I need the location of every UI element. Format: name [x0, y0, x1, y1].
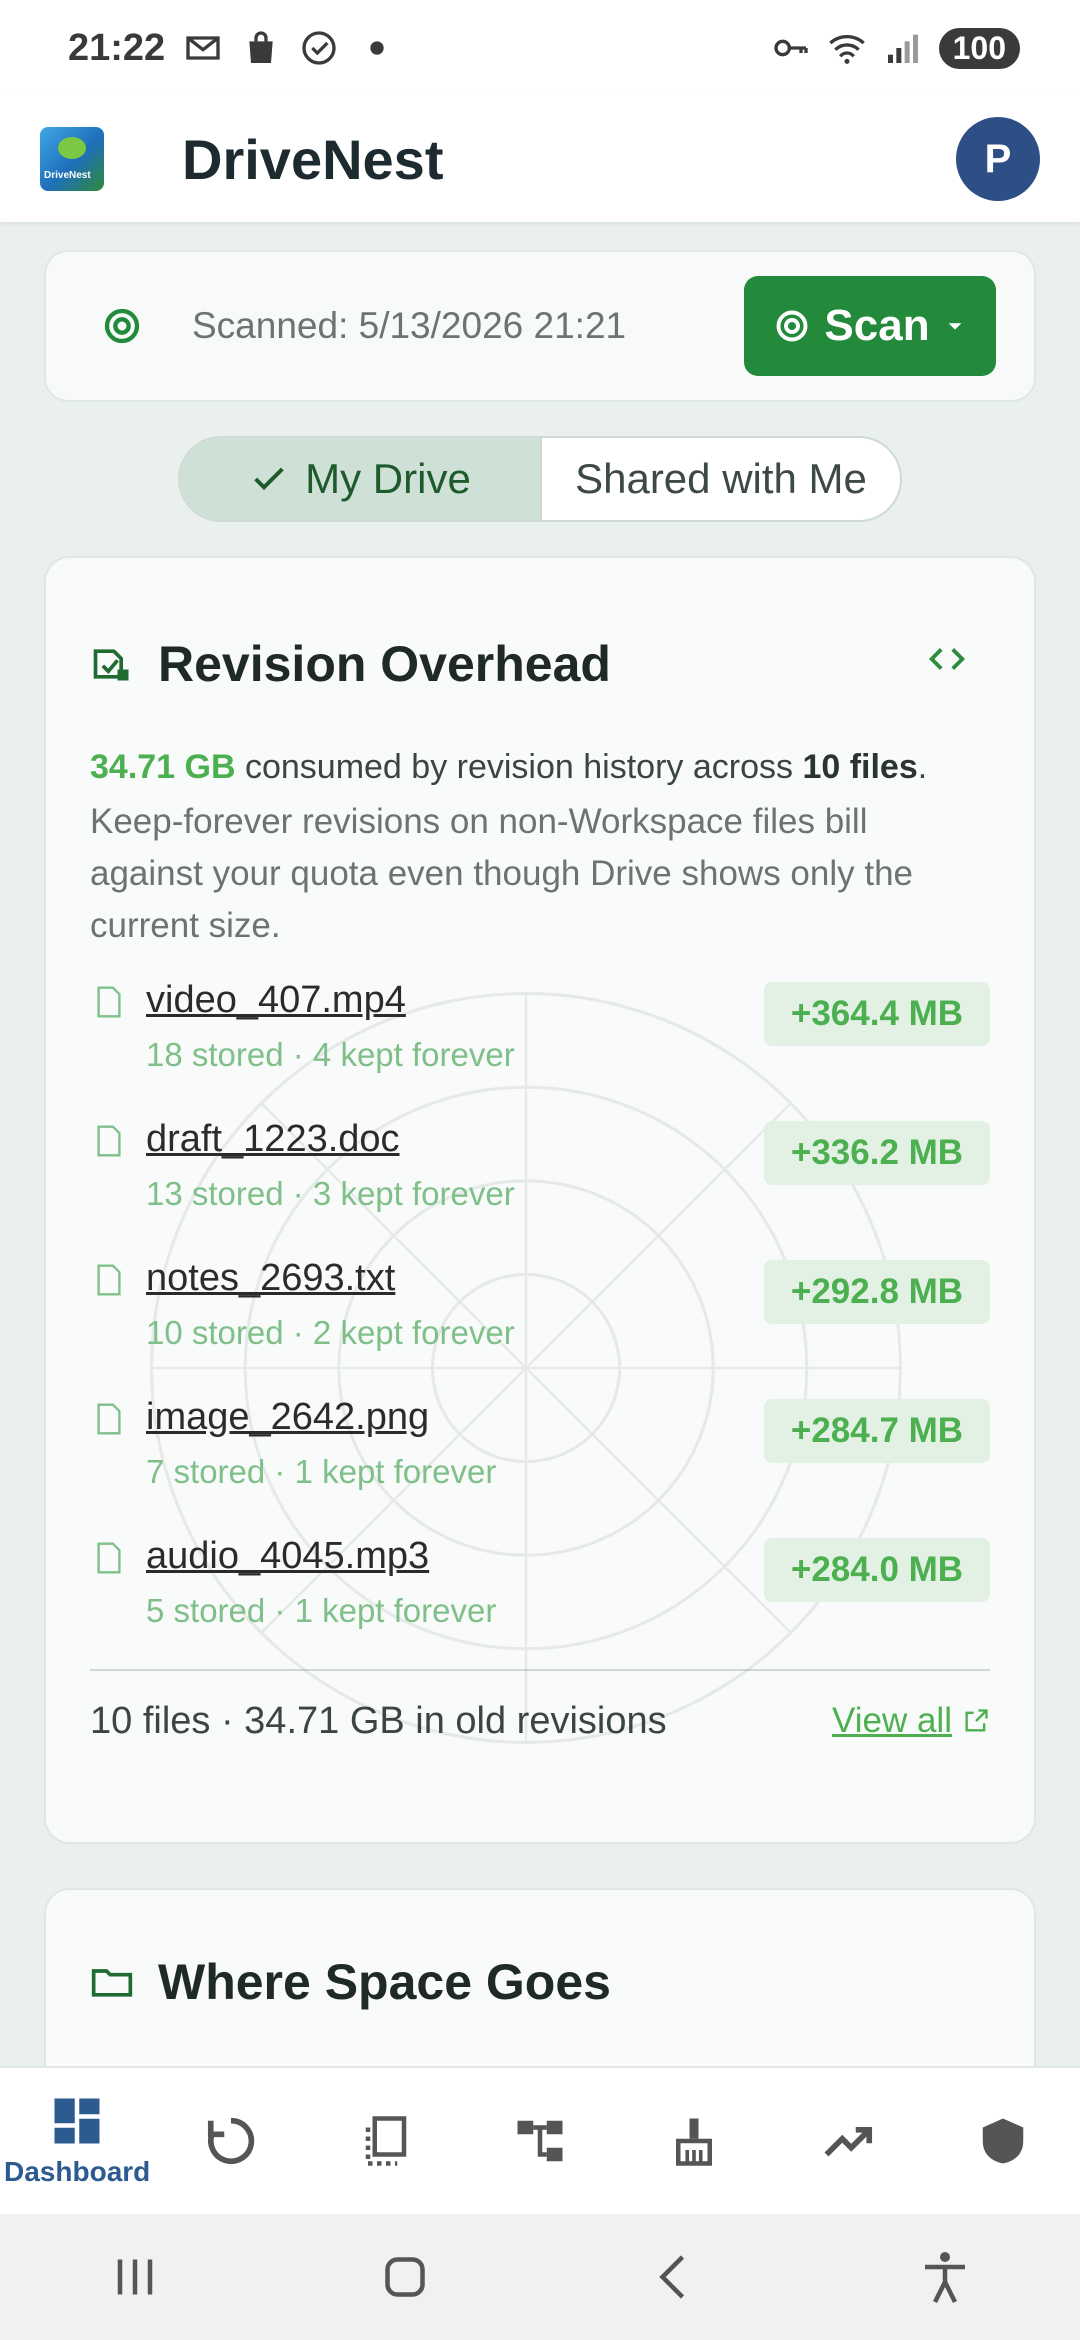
code-icon	[928, 648, 966, 670]
nav-trends[interactable]	[784, 2114, 914, 2168]
battery-level: 100	[938, 27, 1020, 69]
accessibility-icon[interactable]	[915, 2247, 975, 2307]
file-icon	[97, 1542, 121, 1574]
file-size-badge: +284.7 MB	[764, 1399, 990, 1463]
nav-duplicates[interactable]	[321, 2114, 451, 2168]
status-time: 21:22	[68, 26, 166, 69]
file-name[interactable]: image_2642.png	[146, 1391, 496, 1443]
key-icon	[773, 39, 808, 57]
space-card-header: Where Space Goes	[90, 1932, 990, 2032]
file-size-badge: +364.4 MB	[764, 982, 990, 1046]
external-link-icon	[965, 1709, 988, 1732]
file-name[interactable]: draft_1223.doc	[146, 1113, 515, 1165]
refresh-icon	[208, 2117, 255, 2165]
revision-overhead-card: Revision Overhead 34.71 GB consumed by r…	[44, 556, 1036, 1844]
tab-shared-label: Shared with Me	[575, 455, 867, 502]
check-circle-icon	[302, 31, 336, 65]
summary-mid: consumed by revision history across	[235, 748, 803, 786]
file-revision-meta: 5 stored · 1 kept forever	[146, 1592, 497, 1629]
file-name[interactable]: notes_2693.txt	[146, 1252, 515, 1304]
user-avatar[interactable]: P	[956, 117, 1040, 201]
app-logo: DriveNest	[40, 127, 104, 191]
file-icon	[97, 1403, 121, 1435]
nav-sync[interactable]	[166, 2114, 296, 2168]
revision-summary: 34.71 GB consumed by revision history ac…	[90, 740, 990, 794]
drive-scope-toggle: My Drive Shared with Me	[178, 436, 902, 522]
space-card-title: Where Space Goes	[158, 1954, 611, 2010]
file-icon	[97, 986, 121, 1018]
nav-cleanup[interactable]	[629, 2114, 759, 2168]
wifi-icon	[828, 35, 865, 64]
dot-icon	[370, 41, 384, 55]
app-logo-text: DriveNest	[44, 170, 91, 181]
scan-button-label: Scan	[824, 301, 930, 350]
nav-security[interactable]	[938, 2114, 1068, 2168]
file-revision-meta: 13 stored · 3 kept forever	[146, 1175, 515, 1212]
file-name[interactable]: video_407.mp4	[146, 974, 515, 1026]
file-revision-meta: 7 stored · 1 kept forever	[146, 1453, 497, 1490]
broom-icon	[676, 2118, 713, 2166]
duplicate-files-icon	[365, 2116, 406, 2166]
revision-card-title: Revision Overhead	[158, 636, 611, 692]
tab-shared-with-me[interactable]: Shared with Me	[540, 438, 900, 520]
tree-structure-icon	[517, 2120, 563, 2162]
screen: 21:22 100 DriveNest DriveNest P Scanned:…	[0, 0, 1080, 2340]
nav-dashboard-label: Dashboard	[4, 2156, 151, 2187]
revision-file-list: video_407.mp4 18 stored · 4 kept forever…	[90, 974, 990, 1669]
signal-icon	[887, 34, 918, 63]
back-icon[interactable]	[645, 2247, 705, 2307]
folder-icon	[91, 1969, 133, 1997]
revision-description: Keep-forever revisions on non-Workspace …	[90, 802, 914, 945]
recent-apps-icon[interactable]	[105, 2247, 165, 2307]
code-toggle-button[interactable]	[924, 636, 970, 692]
tab-my-drive[interactable]: My Drive	[180, 438, 540, 520]
history-file-icon	[93, 649, 129, 681]
summary-count: 10 files	[802, 748, 918, 786]
bag-icon	[249, 31, 273, 63]
trending-up-icon	[824, 2126, 872, 2157]
status-bar: 21:22 100	[0, 0, 1080, 96]
check-icon	[254, 467, 284, 491]
file-icon	[97, 1264, 121, 1296]
nav-tree[interactable]	[475, 2114, 605, 2168]
summary-end: .	[917, 748, 928, 786]
scan-status-icon	[104, 308, 140, 344]
caret-down-icon	[948, 323, 961, 330]
file-revision-meta: 18 stored · 4 kept forever	[146, 1036, 515, 1073]
bottom-navigation: Dashboard	[0, 2066, 1080, 2214]
app-title: DriveNest	[182, 127, 444, 191]
scan-button[interactable]: Scan	[744, 276, 996, 376]
list-item[interactable]: notes_2693.txt 10 stored · 2 kept foreve…	[90, 1252, 990, 1391]
nav-dashboard[interactable]: Dashboard	[4, 2094, 150, 2188]
file-revision-meta: 10 stored · 2 kept forever	[146, 1314, 515, 1351]
file-name[interactable]: audio_4045.mp3	[146, 1530, 496, 1582]
list-item[interactable]: image_2642.png 7 stored · 1 kept forever…	[90, 1391, 990, 1530]
summary-amount: 34.71 GB	[90, 748, 236, 786]
scan-timestamp: Scanned: 5/13/2026 21:21	[192, 305, 627, 346]
scan-status-card: Scanned: 5/13/2026 21:21 Scan	[44, 250, 1036, 402]
list-item[interactable]: audio_4045.mp3 5 stored · 1 kept forever…	[90, 1530, 990, 1669]
scan-target-icon	[776, 310, 808, 342]
list-item[interactable]: draft_1223.doc 13 stored · 3 kept foreve…	[90, 1113, 990, 1252]
file-size-badge: +336.2 MB	[764, 1121, 990, 1185]
list-item[interactable]: video_407.mp4 18 stored · 4 kept forever…	[90, 974, 990, 1113]
dashboard-icon	[54, 2098, 100, 2144]
app-header: DriveNest DriveNest P	[0, 96, 1080, 222]
tab-my-drive-label: My Drive	[305, 455, 471, 502]
file-size-badge: +292.8 MB	[764, 1260, 990, 1324]
shield-icon	[982, 2118, 1024, 2164]
gmail-icon	[186, 36, 220, 60]
system-navigation	[0, 2214, 1080, 2340]
file-size-badge: +284.0 MB	[764, 1538, 990, 1602]
home-icon[interactable]	[375, 2247, 435, 2307]
revision-card-header: Revision Overhead	[90, 614, 990, 714]
file-icon	[97, 1125, 121, 1157]
